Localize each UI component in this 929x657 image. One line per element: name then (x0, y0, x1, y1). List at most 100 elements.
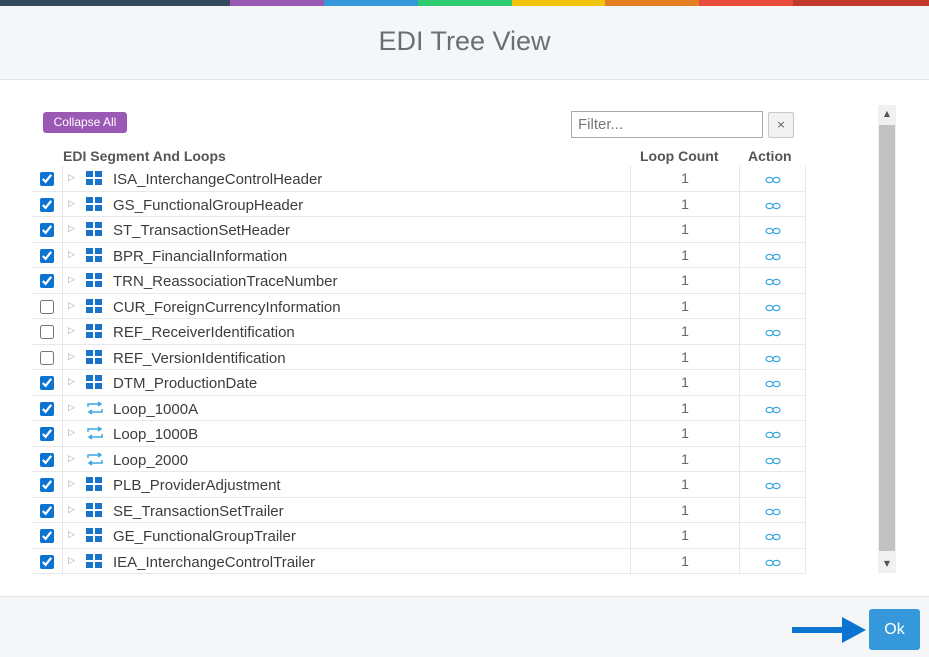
infinity-link-icon[interactable] (764, 324, 781, 342)
row-checkbox[interactable] (40, 325, 54, 339)
segment-name[interactable]: REF_VersionIdentification (113, 350, 286, 367)
expand-triangle-icon[interactable]: ▷ (68, 377, 75, 387)
tree-rows: ▷ ISA_InterchangeControlHeader 1 ▷ GS_Functi… (32, 166, 806, 574)
segment-name[interactable]: ST_TransactionSetHeader (113, 222, 290, 239)
collapse-all-button[interactable]: Collapse All (43, 112, 127, 133)
row-checkbox[interactable] (40, 376, 54, 390)
segment-name[interactable]: DTM_ProductionDate (113, 375, 257, 392)
expand-triangle-icon[interactable]: ▷ (68, 326, 75, 336)
row-checkbox[interactable] (40, 274, 54, 288)
segment-name[interactable]: TRN_ReassociationTraceNumber (113, 273, 338, 290)
expand-triangle-icon[interactable]: ▷ (68, 250, 75, 260)
segment-icon (86, 349, 102, 364)
row-checkbox[interactable] (40, 503, 54, 518)
infinity-link-icon[interactable] (764, 299, 781, 317)
expand-triangle-icon[interactable]: ▷ (68, 454, 75, 464)
row-checkbox[interactable] (40, 197, 54, 212)
table-row[interactable]: ▷ ISA_InterchangeControlHeader 1 (32, 166, 806, 192)
table-row[interactable]: ▷ SE_TransactionSetTrailer 1 (32, 497, 806, 523)
row-checkbox[interactable] (40, 529, 54, 543)
segment-icon (86, 528, 102, 542)
filter-input[interactable] (571, 111, 763, 138)
segment-name[interactable]: IEA_InterchangeControlTrailer (113, 554, 315, 571)
ok-button[interactable]: Ok (869, 609, 920, 650)
infinity-link-icon[interactable] (764, 375, 781, 393)
table-row[interactable]: ▷ Loop_1000A 1 (32, 395, 806, 421)
infinity-link-icon[interactable] (764, 197, 781, 215)
expand-triangle-icon[interactable]: ▷ (68, 505, 75, 515)
row-checkbox[interactable] (40, 172, 54, 186)
segment-name[interactable]: REF_ReceiverIdentification (113, 324, 295, 341)
segment-name[interactable]: Loop_2000 (113, 452, 188, 469)
infinity-link-icon[interactable] (764, 401, 781, 419)
table-row[interactable]: ▷ Loop_2000 1 (32, 446, 806, 472)
infinity-link-icon[interactable] (764, 426, 781, 444)
table-row[interactable]: ▷ GE_FunctionalGroupTrailer 1 (32, 523, 806, 549)
scroll-up-icon[interactable]: ▲ (878, 105, 896, 123)
table-row[interactable]: ▷ ST_TransactionSetHeader 1 (32, 217, 806, 243)
infinity-link-icon[interactable] (764, 222, 781, 240)
loop-icon (86, 451, 103, 466)
loop-count-cell: 1 (630, 472, 740, 497)
table-row[interactable]: ▷ REF_ReceiverIdentification 1 (32, 319, 806, 345)
infinity-link-icon[interactable] (764, 452, 781, 470)
segment-name[interactable]: BPR_FinancialInformation (113, 248, 287, 265)
infinity-link-icon[interactable] (764, 350, 781, 368)
table-row[interactable]: ▷ Loop_1000B 1 (32, 421, 806, 447)
expand-triangle-icon[interactable]: ▷ (68, 403, 75, 413)
expand-triangle-icon[interactable]: ▷ (68, 352, 75, 362)
scroll-thumb[interactable] (879, 125, 895, 551)
expand-triangle-icon[interactable]: ▷ (68, 301, 75, 311)
expand-triangle-icon[interactable]: ▷ (68, 556, 75, 566)
segment-name[interactable]: CUR_ForeignCurrencyInformation (113, 299, 341, 316)
segment-name[interactable]: GE_FunctionalGroupTrailer (113, 528, 296, 545)
row-checkbox[interactable] (40, 427, 54, 441)
expand-triangle-icon[interactable]: ▷ (68, 275, 75, 285)
row-checkbox[interactable] (40, 248, 54, 263)
expand-triangle-icon[interactable]: ▷ (68, 224, 75, 234)
row-checkbox[interactable] (40, 401, 54, 416)
table-row[interactable]: ▷ BPR_FinancialInformation 1 (32, 242, 806, 268)
infinity-link-icon[interactable] (764, 273, 781, 291)
segment-name[interactable]: PLB_ProviderAdjustment (113, 477, 281, 494)
segment-name[interactable]: GS_FunctionalGroupHeader (113, 197, 303, 214)
expand-triangle-icon[interactable]: ▷ (68, 530, 75, 540)
dialog-footer (0, 596, 929, 657)
infinity-link-icon[interactable] (764, 171, 781, 189)
table-row[interactable]: ▷ GS_FunctionalGroupHeader 1 (32, 191, 806, 217)
scroll-down-icon[interactable]: ▼ (878, 555, 896, 573)
segment-name[interactable]: ISA_InterchangeControlHeader (113, 171, 322, 188)
table-row[interactable]: ▷ CUR_ForeignCurrencyInformation 1 (32, 293, 806, 319)
segment-name[interactable]: Loop_1000A (113, 401, 198, 418)
loop-count-cell: 1 (630, 268, 740, 293)
row-checkbox[interactable] (40, 452, 54, 467)
clear-filter-button[interactable]: × (768, 112, 794, 138)
table-row[interactable]: ▷ DTM_ProductionDate 1 (32, 370, 806, 396)
row-checkbox[interactable] (40, 299, 54, 314)
row-checkbox[interactable] (40, 350, 54, 365)
table-row[interactable]: ▷ REF_VersionIdentification 1 (32, 344, 806, 370)
infinity-link-icon[interactable] (764, 248, 781, 266)
expand-triangle-icon[interactable]: ▷ (68, 173, 75, 183)
row-checkbox[interactable] (40, 223, 54, 237)
segment-name[interactable]: Loop_1000B (113, 426, 198, 443)
row-checkbox[interactable] (40, 478, 54, 492)
column-divider (62, 293, 63, 318)
expand-triangle-icon[interactable]: ▷ (68, 199, 75, 209)
vertical-scrollbar[interactable]: ▲ ▼ (878, 105, 896, 573)
row-checkbox[interactable] (40, 554, 54, 569)
segment-name[interactable]: SE_TransactionSetTrailer (113, 503, 284, 520)
expand-triangle-icon[interactable]: ▷ (68, 428, 75, 438)
segment-icon (86, 502, 102, 517)
table-row[interactable]: ▷ TRN_ReassociationTraceNumber 1 (32, 268, 806, 294)
expand-triangle-icon[interactable]: ▷ (68, 479, 75, 489)
infinity-link-icon[interactable] (764, 554, 781, 572)
infinity-link-icon[interactable] (764, 503, 781, 521)
table-row[interactable]: ▷ PLB_ProviderAdjustment 1 (32, 472, 806, 498)
column-divider (62, 421, 63, 446)
action-cell (740, 421, 806, 446)
infinity-link-icon[interactable] (764, 528, 781, 546)
table-row[interactable]: ▷ IEA_InterchangeControlTrailer 1 (32, 548, 806, 574)
infinity-link-icon[interactable] (764, 477, 781, 495)
segment-icon (86, 273, 102, 287)
